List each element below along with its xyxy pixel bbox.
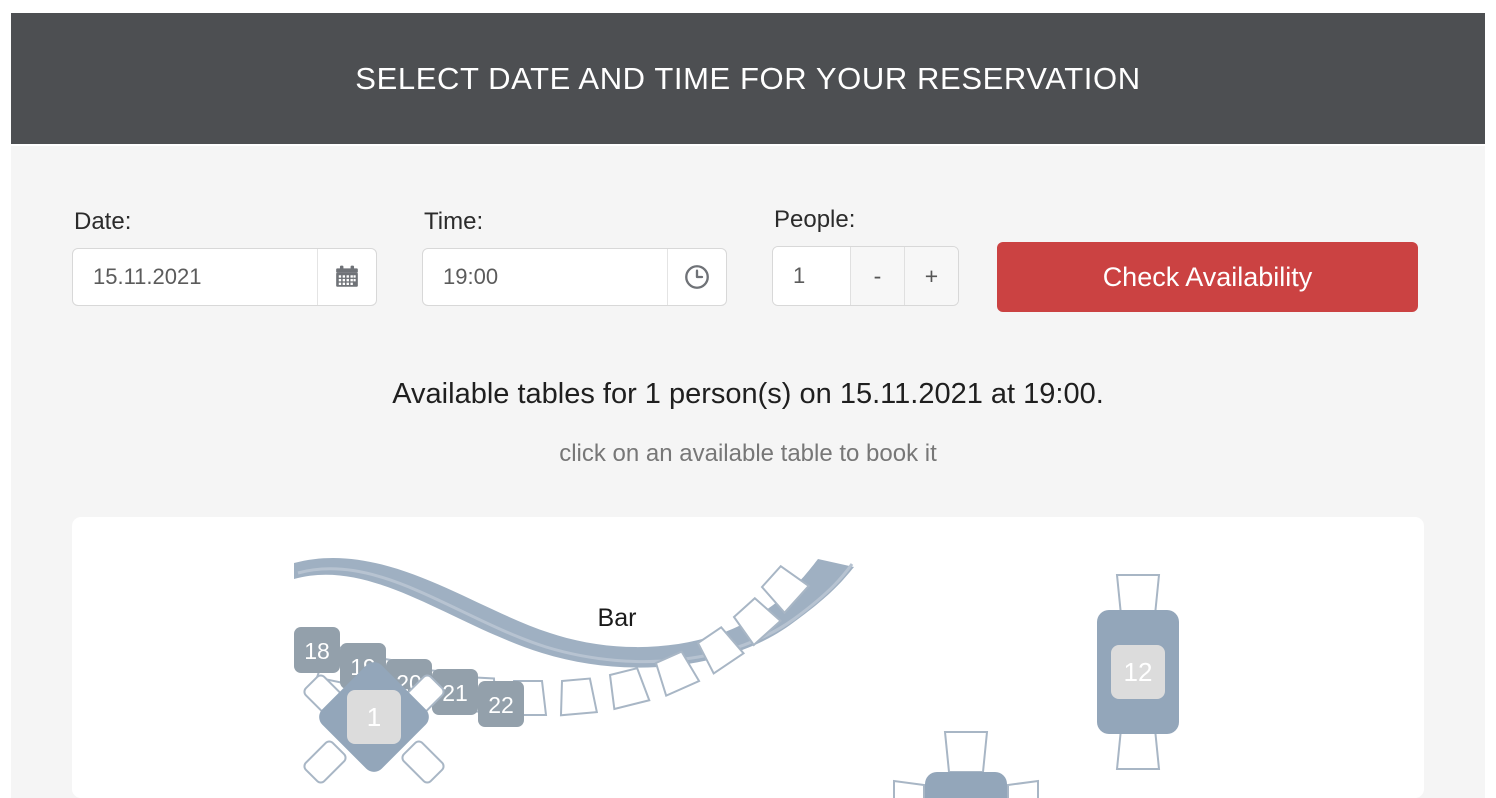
availability-subtext: click on an available table to book it	[559, 440, 937, 467]
floorplan-panel: Bar 18 19 20 21 22 1 12	[72, 517, 1424, 798]
page-content: Date: 15.11.2021 Time: 19:00 People: 1 -…	[11, 146, 1485, 798]
reservation-page: SELECT DATE AND TIME FOR YOUR RESERVATIO…	[0, 0, 1496, 798]
time-input[interactable]: 19:00	[422, 248, 727, 306]
table-13[interactable]: 13	[893, 731, 1039, 798]
bar-seat-22[interactable]: 22	[478, 681, 524, 727]
people-decrement-button[interactable]: -	[850, 247, 904, 305]
check-availability-button[interactable]: Check Availability	[997, 242, 1418, 312]
bar-seat-label: 22	[488, 692, 514, 718]
people-increment-button[interactable]: +	[904, 247, 958, 305]
time-field-group: Time: 19:00	[422, 210, 727, 306]
page-header: SELECT DATE AND TIME FOR YOUR RESERVATIO…	[11, 13, 1485, 144]
bar-seat-label: 18	[304, 638, 330, 664]
time-input-value[interactable]: 19:00	[423, 249, 667, 305]
date-input-value[interactable]: 15.11.2021	[73, 249, 317, 305]
date-field-group: Date: 15.11.2021	[72, 210, 377, 306]
bar-stool	[559, 677, 599, 717]
table-12-label: 12	[1124, 657, 1153, 687]
bar-seat-18[interactable]: 18	[294, 627, 340, 673]
table-1-label: 1	[367, 702, 381, 732]
availability-headline: Available tables for 1 person(s) on 15.1…	[392, 378, 1104, 410]
people-label: People:	[774, 206, 856, 233]
floorplan-svg: Bar 18 19 20 21 22 1 12	[294, 557, 1179, 798]
bar-label: Bar	[598, 604, 637, 632]
people-field-group: People: 1 - +	[772, 208, 959, 306]
quantity-stepper: 1 - +	[772, 246, 959, 306]
time-label: Time:	[424, 208, 484, 235]
people-input-value[interactable]: 1	[773, 247, 850, 305]
table-1[interactable]: 1	[302, 658, 445, 785]
clock-icon[interactable]	[667, 249, 726, 305]
bar-seat-label: 21	[442, 680, 468, 706]
date-label: Date:	[74, 208, 132, 235]
bar-stool	[608, 667, 651, 711]
table-13-surface	[925, 772, 1007, 798]
reservation-form: Date: 15.11.2021 Time: 19:00 People: 1 -…	[72, 208, 1418, 312]
table-12[interactable]: 12	[1097, 574, 1179, 770]
calendar-icon[interactable]	[317, 249, 376, 305]
page-title: SELECT DATE AND TIME FOR YOUR RESERVATIO…	[355, 60, 1141, 96]
date-input[interactable]: 15.11.2021	[72, 248, 377, 306]
